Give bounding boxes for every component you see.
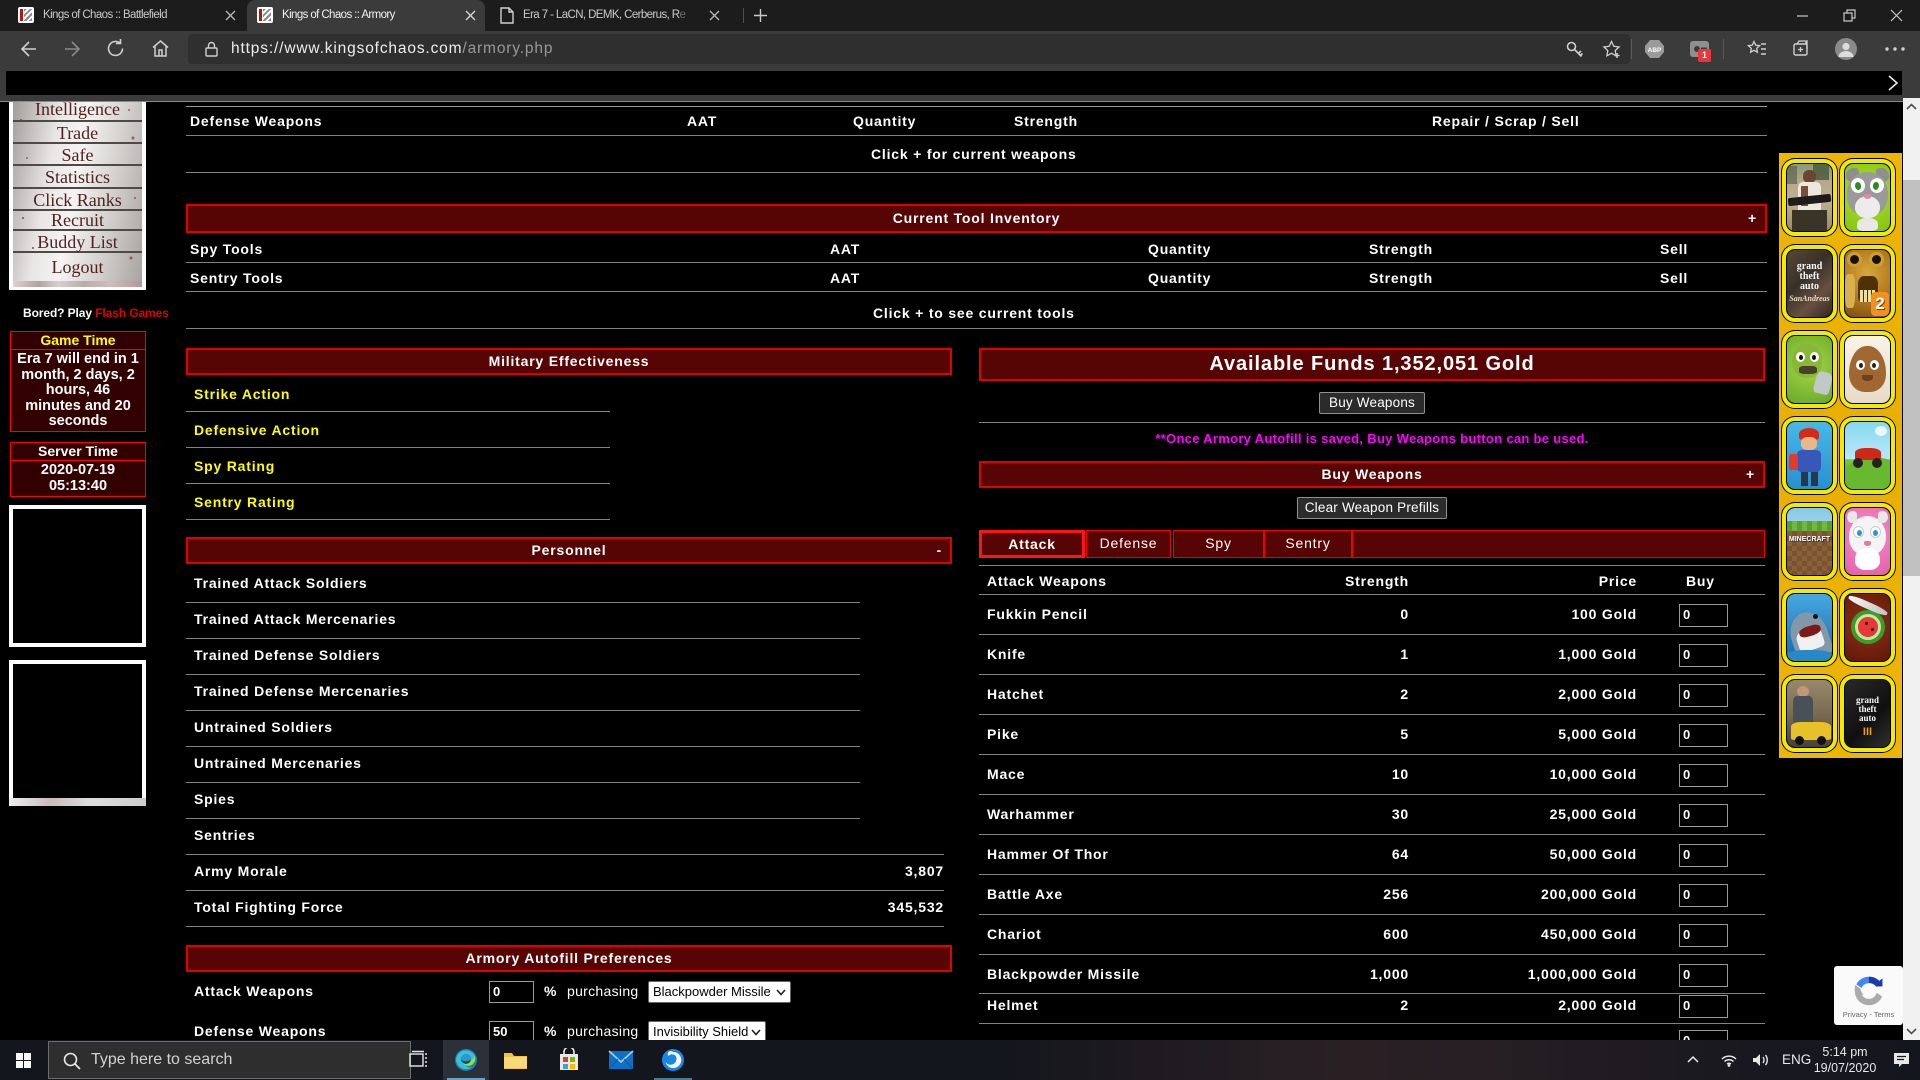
svg-text:ABP: ABP [1648, 47, 1662, 54]
